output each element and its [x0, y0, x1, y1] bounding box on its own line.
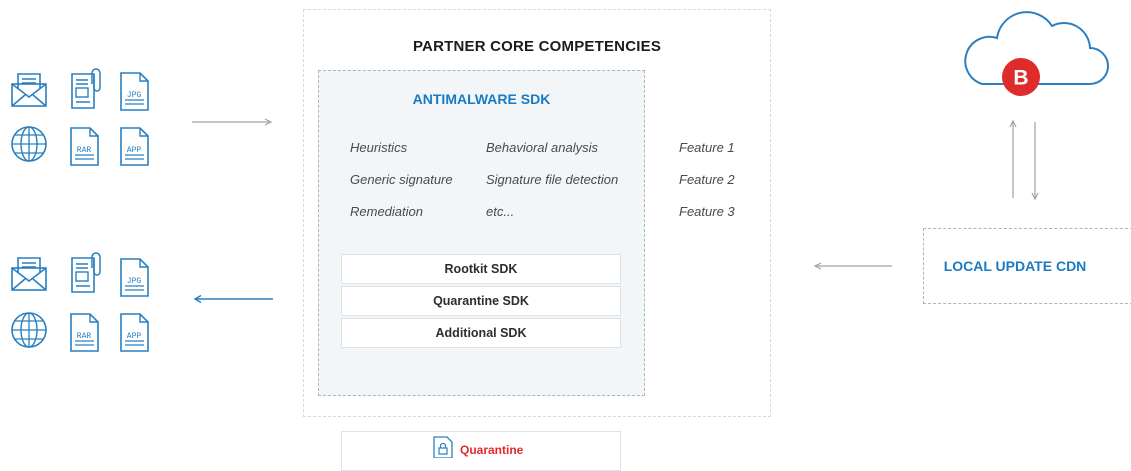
- rar-file-icon: RAR: [70, 127, 99, 166]
- arrow-up-icon: [1009, 119, 1017, 198]
- arrow-right-icon: [192, 118, 273, 126]
- globe-icon: [11, 126, 47, 162]
- arrow-left-icon: [813, 262, 892, 270]
- jpg-label: JPG: [127, 91, 142, 100]
- rar-label: RAR: [77, 332, 92, 341]
- jpg-file-icon: JPG: [120, 258, 149, 297]
- document-clip-icon: [71, 252, 101, 293]
- brand-b-letter: B: [1013, 67, 1028, 90]
- jpg-label: JPG: [127, 277, 142, 286]
- locked-file-icon: [433, 436, 453, 458]
- envelope-icon: [11, 257, 47, 291]
- jpg-file-icon: JPG: [120, 72, 149, 111]
- app-label: APP: [127, 332, 142, 341]
- rar-file-icon: RAR: [70, 313, 99, 352]
- document-clip-icon: [71, 68, 101, 109]
- app-label: APP: [127, 146, 142, 155]
- brand-b-badge: B: [1002, 58, 1040, 96]
- envelope-icon: [11, 73, 47, 107]
- globe-icon: [11, 312, 47, 348]
- arrow-down-icon: [1031, 122, 1039, 201]
- arrow-left-icon: [193, 294, 273, 304]
- app-file-icon: APP: [120, 313, 149, 352]
- rar-label: RAR: [77, 146, 92, 155]
- app-file-icon: APP: [120, 127, 149, 166]
